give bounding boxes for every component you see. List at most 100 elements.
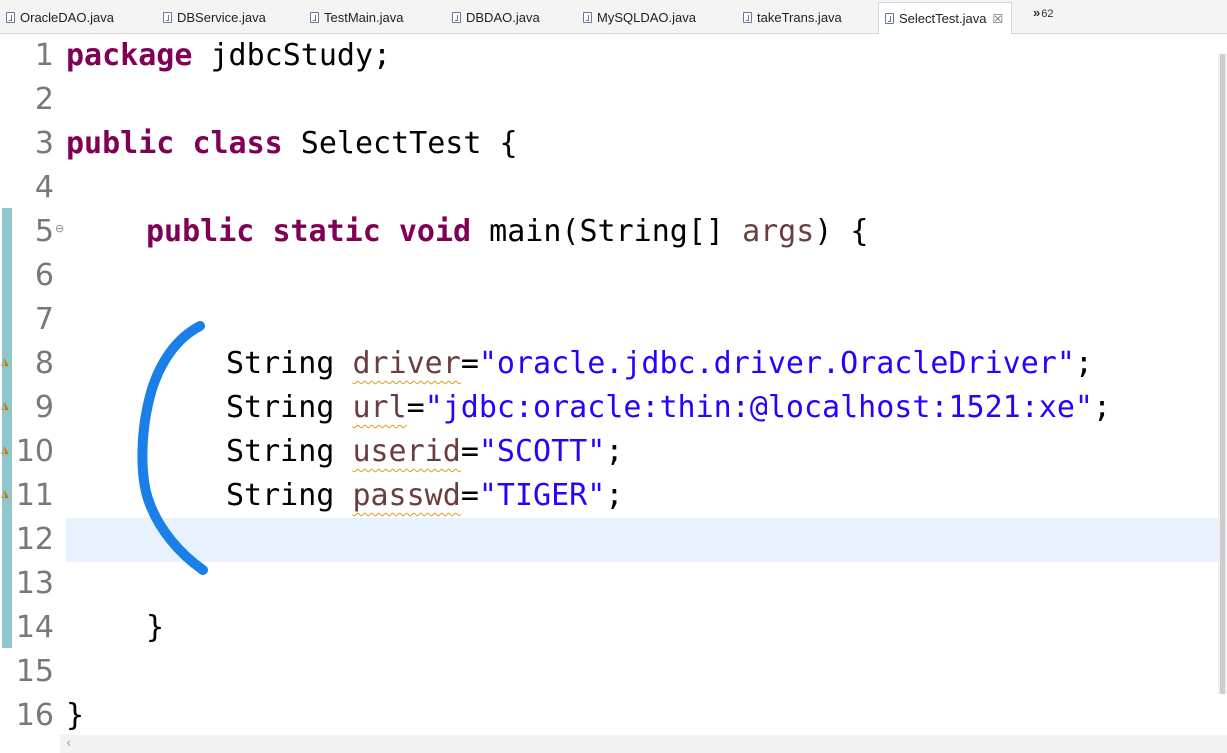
- scrollbar-thumb[interactable]: [1220, 54, 1225, 694]
- string-literal: "oracle.jdbc.driver.OracleDriver": [478, 346, 1075, 381]
- code-line: 7: [0, 298, 1218, 342]
- code-line: 13: [0, 562, 1218, 606]
- string-literal: "TIGER": [478, 478, 606, 513]
- code-line: 15: [0, 650, 1218, 694]
- keyword: class: [192, 126, 283, 161]
- code-line: ◮ 10 String userid="SCOTT";: [0, 430, 1218, 474]
- code-line: 14 }: [0, 606, 1218, 650]
- tab-taketrans[interactable]: takeTrans.java: [743, 3, 842, 31]
- operator: =: [460, 434, 479, 469]
- java-file-icon: [310, 11, 319, 23]
- code-line: 1 package jdbcStudy;: [0, 34, 1218, 78]
- java-file-icon: [6, 11, 15, 23]
- line-number: 5: [34, 214, 54, 249]
- editor-tab-bar: OracleDAO.java DBService.java TestMain.j…: [0, 0, 1227, 34]
- line-number: 10: [15, 434, 54, 469]
- line-number: 3: [34, 126, 54, 161]
- code-fragment: jdbcStudy;: [192, 38, 392, 73]
- tab-testmain[interactable]: TestMain.java: [310, 3, 403, 31]
- variable: passwd: [352, 478, 461, 513]
- code-text: String passwd="TIGER";: [226, 474, 623, 518]
- tab-dbservice[interactable]: DBService.java: [163, 3, 266, 31]
- code-line: ◮ 8 String driver="oracle.jdbc.driver.Or…: [0, 342, 1218, 386]
- line-number: 16: [15, 698, 54, 733]
- code-line: 12: [0, 518, 1218, 562]
- keyword: void: [398, 214, 472, 249]
- java-file-icon: [452, 11, 461, 23]
- line-number: 11: [15, 478, 54, 513]
- code-fragment: ) {: [814, 214, 869, 249]
- tab-label: OracleDAO.java: [20, 9, 114, 25]
- variable: args: [742, 214, 815, 249]
- variable: url: [352, 390, 407, 425]
- code-line: 3 public class SelectTest {: [0, 122, 1218, 166]
- operator: =: [406, 390, 425, 425]
- code-text: package jdbcStudy;: [66, 34, 391, 78]
- tab-label: MySQLDAO.java: [597, 9, 696, 25]
- close-icon[interactable]: ☒: [992, 12, 1003, 26]
- scroll-left-icon[interactable]: ‹: [66, 736, 71, 751]
- type-name: String: [226, 390, 353, 425]
- java-file-icon: [743, 11, 752, 23]
- horizontal-scrollbar[interactable]: ‹: [60, 735, 1227, 753]
- type-name: String: [226, 346, 353, 381]
- code-line: ◮ 11 String passwd="TIGER";: [0, 474, 1218, 518]
- line-number: 4: [34, 170, 54, 205]
- tab-label: SelectTest.java: [899, 11, 987, 26]
- string-literal: "SCOTT": [478, 434, 606, 469]
- keyword: public: [146, 214, 255, 249]
- code-text: }: [66, 698, 85, 733]
- code-text: }: [146, 610, 165, 645]
- java-file-icon: [163, 11, 172, 23]
- tab-dbdao[interactable]: DBDAO.java: [452, 3, 540, 31]
- code-text: String driver="oracle.jdbc.driver.Oracle…: [226, 342, 1093, 386]
- line-number: 2: [34, 82, 54, 117]
- semicolon: ;: [1074, 346, 1093, 381]
- overflow-count: 62: [1041, 8, 1054, 20]
- variable: userid: [352, 434, 461, 469]
- keyword: public: [66, 126, 175, 161]
- code-text: public class SelectTest {: [66, 122, 518, 166]
- operator: =: [460, 478, 479, 513]
- code-text: String url="jdbc:oracle:thin:@localhost:…: [226, 386, 1111, 430]
- type-name: String: [226, 478, 353, 513]
- tab-mysqldao[interactable]: MySQLDAO.java: [583, 3, 696, 31]
- java-file-icon: [885, 13, 894, 24]
- code-line: ◮ 9 String url="jdbc:oracle:thin:@localh…: [0, 386, 1218, 430]
- tab-label: DBDAO.java: [466, 9, 540, 25]
- variable: driver: [352, 346, 461, 381]
- java-file-icon: [583, 11, 592, 23]
- code-text: public static void main(String[] args) {: [146, 210, 869, 254]
- line-number: 15: [15, 654, 54, 689]
- code-fragment: main(String[]: [471, 214, 743, 249]
- tab-label: DBService.java: [177, 9, 266, 25]
- code-fragment: SelectTest {: [282, 126, 518, 161]
- tab-overflow-button[interactable]: »62: [1033, 5, 1053, 20]
- line-number: 8: [34, 346, 54, 381]
- code-line: 4: [0, 166, 1218, 210]
- line-number: 6: [34, 258, 54, 293]
- string-literal: "jdbc:oracle:thin:@localhost:1521:xe": [424, 390, 1093, 425]
- tab-selecttest[interactable]: SelectTest.java ☒: [878, 2, 1013, 34]
- keyword: static: [272, 214, 381, 249]
- tab-oracledao[interactable]: OracleDAO.java: [6, 3, 114, 31]
- vertical-scrollbar[interactable]: [1218, 54, 1227, 694]
- line-number: 12: [15, 522, 54, 557]
- code-line: 5 ⊖ public static void main(String[] arg…: [0, 210, 1218, 254]
- code-editor[interactable]: 1 package jdbcStudy; 2 3 public class Se…: [0, 34, 1227, 753]
- semicolon: ;: [1092, 390, 1112, 425]
- chevron-right-icon: »: [1033, 5, 1041, 20]
- semicolon: ;: [605, 434, 624, 469]
- line-number: 14: [15, 610, 54, 645]
- line-number: 7: [34, 302, 54, 337]
- line-number: 9: [34, 390, 54, 425]
- tab-label: TestMain.java: [324, 9, 404, 25]
- collapse-icon[interactable]: ⊖: [55, 222, 64, 235]
- keyword: package: [66, 38, 193, 73]
- operator: =: [460, 346, 479, 381]
- code-line: 6: [0, 254, 1218, 298]
- semicolon: ;: [605, 478, 624, 513]
- tab-label: takeTrans.java: [757, 9, 842, 25]
- line-number: 13: [15, 566, 54, 601]
- code-line: 2: [0, 78, 1218, 122]
